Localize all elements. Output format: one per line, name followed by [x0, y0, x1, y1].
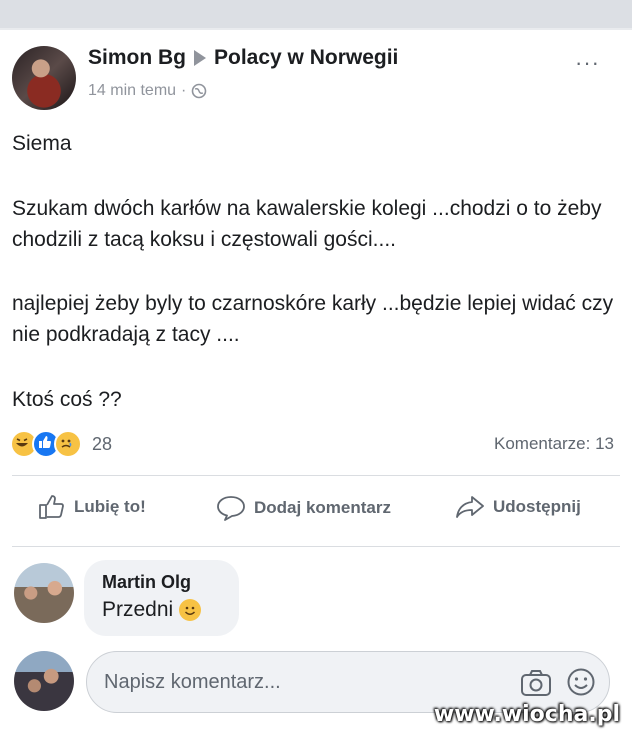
comment-placeholder: Napisz komentarz... — [104, 671, 281, 693]
post-text-question: Ktoś coś ?? — [12, 388, 122, 411]
smiley-emoji-icon — [179, 599, 202, 621]
post-header: Simon Bg Polacy w Norwegii — [88, 46, 398, 70]
divider — [12, 475, 620, 476]
arrow-right-icon — [194, 50, 206, 66]
comment-label: Dodaj komentarz — [254, 498, 391, 517]
comment-text: Przedni — [102, 598, 174, 621]
top-strip — [0, 0, 632, 28]
share-button[interactable]: Udostępnij — [455, 494, 581, 520]
like-label: Lubię to! — [74, 497, 146, 516]
post-text-greeting: Siema — [12, 132, 72, 155]
action-bar: Lubię to! Dodaj komentarz Udostępnij — [0, 494, 632, 534]
reactions-summary[interactable]: 28 — [10, 430, 112, 458]
author-avatar[interactable] — [12, 46, 76, 110]
like-button[interactable]: Lubię to! — [38, 494, 146, 520]
group-name[interactable]: Polacy w Norwegii — [214, 46, 398, 70]
comment-body: Przedni — [102, 598, 202, 622]
share-label: Udostępnij — [493, 497, 581, 516]
globe-icon — [192, 83, 207, 99]
comment-author[interactable]: Martin Olg — [102, 572, 191, 593]
comment-button[interactable]: Dodaj komentarz — [216, 494, 391, 522]
reaction-count: 28 — [92, 433, 113, 454]
post-text-detail: najlepiej żeby byly to czarnoskóre karły… — [12, 292, 614, 346]
meta-separator: · — [181, 82, 187, 99]
user-avatar[interactable] — [14, 651, 74, 711]
more-options-icon[interactable]: ··· — [575, 50, 600, 76]
post-meta: 14 min temu · — [88, 82, 207, 100]
divider — [12, 546, 620, 547]
watermark: www.wiocha.pl — [433, 702, 620, 727]
post-text-request: Szukam dwóch karłów na kawalerskie koleg… — [12, 197, 602, 251]
emoji-picker-icon[interactable] — [566, 667, 596, 697]
author-name[interactable]: Simon Bg — [88, 46, 186, 70]
post-time[interactable]: 14 min temu — [88, 82, 176, 100]
speech-bubble-icon — [217, 496, 245, 521]
sad-reaction-icon — [54, 430, 82, 458]
camera-icon[interactable] — [520, 669, 552, 697]
thumbs-up-icon — [39, 495, 64, 519]
share-arrow-icon — [456, 496, 484, 518]
commenter-avatar[interactable] — [14, 563, 74, 623]
comment-count-link[interactable]: Komentarze: 13 — [494, 434, 614, 454]
